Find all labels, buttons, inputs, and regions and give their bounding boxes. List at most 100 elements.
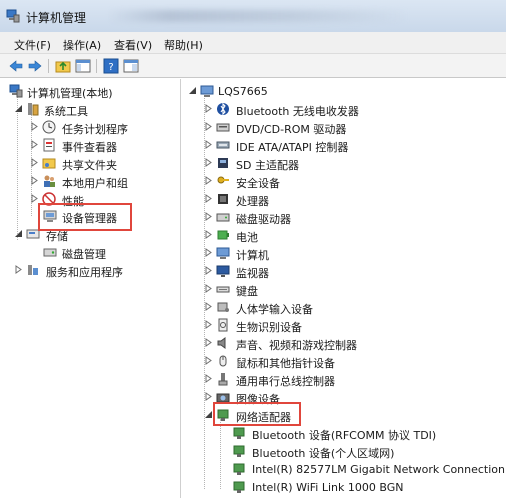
menu-action[interactable]: 操作(A) [63,37,101,53]
expanded-arrow-icon[interactable] [188,86,197,95]
device-category-sd-host-adapters[interactable]: SD 主适配器 [182,155,506,173]
tree-item-root[interactable]: 计算机管理(本地) [0,83,181,101]
tree-label: 监视器 [236,267,269,280]
device-category-keyboards[interactable]: 键盘 [182,281,506,299]
collapsed-arrow-icon[interactable] [204,212,213,221]
device-category-biometric[interactable]: 生物识别设备 [182,317,506,335]
collapsed-arrow-icon[interactable] [30,158,39,167]
dvd-drive-icon [216,123,230,132]
menu-file[interactable]: 文件(F) [14,37,51,53]
tree-item-event-viewer[interactable]: 事件查看器 [0,137,181,155]
forward-arrow-icon[interactable] [27,58,43,74]
tree-item-shared-folders[interactable]: 共享文件夹 [0,155,181,173]
device-category-mice-pointing[interactable]: 鼠标和其他指针设备 [182,353,506,371]
network-adapter-item[interactable]: Intel(R) 82577LM Gigabit Network Connect… [182,461,506,479]
window-title: 计算机管理 [26,11,87,25]
device-root-computer[interactable]: LQS7665 [182,83,506,101]
sound-icon [217,337,226,349]
tools-icon [28,103,39,116]
collapsed-arrow-icon[interactable] [204,320,213,329]
tree-label: 系统工具 [44,105,88,118]
disk-drive-icon [216,213,230,222]
toolbar-separator [48,59,49,73]
red-highlight-network-adapters [213,402,301,426]
tree-label: 人体学输入设备 [236,303,313,316]
up-folder-icon[interactable] [55,58,71,74]
back-arrow-icon[interactable] [8,58,24,74]
show-hide-tree-icon[interactable] [75,58,91,74]
collapsed-arrow-icon[interactable] [204,338,213,347]
tree-label: 计算机管理(本地) [27,87,113,100]
blurred-title-region [108,10,408,22]
sd-adapter-icon [218,158,228,168]
disk-icon [43,248,57,257]
tree-item-local-users[interactable]: 本地用户和组 [0,173,181,191]
expanded-arrow-icon[interactable] [14,104,23,113]
collapsed-arrow-icon[interactable] [204,194,213,203]
collapsed-arrow-icon[interactable] [204,158,213,167]
expanded-arrow-icon[interactable] [14,229,23,238]
device-category-security-devices[interactable]: 安全设备 [182,173,506,191]
hid-icon [217,302,229,312]
left-navigation-tree: 计算机管理(本地) 系统工具 任务计划程序 事件查看器 共享文件夹 本地用户和组… [0,79,181,498]
device-category-processors[interactable]: 处理器 [182,191,506,209]
collapsed-arrow-icon[interactable] [30,176,39,185]
device-category-bluetooth-radios[interactable]: Bluetooth 无线电收发器 [182,101,506,119]
tree-label: Intel(R) 82577LM Gigabit Network Connect… [252,463,505,476]
network-adapter-item[interactable]: Bluetooth 设备(个人区域网) [182,443,506,461]
device-category-ide-ata-atapi[interactable]: IDE ATA/ATAPI 控制器 [182,137,506,155]
menu-help[interactable]: 帮助(H) [164,37,203,53]
tree-label: 鼠标和其他指针设备 [236,357,335,370]
fingerprint-icon [218,318,228,332]
collapsed-arrow-icon[interactable] [30,194,39,203]
toolbar: ? [0,54,506,78]
collapsed-arrow-icon[interactable] [204,140,213,149]
collapsed-arrow-icon[interactable] [204,230,213,239]
collapsed-arrow-icon[interactable] [30,122,39,131]
collapsed-arrow-icon[interactable] [204,392,213,401]
tree-label: 处理器 [236,195,269,208]
network-adapter-item[interactable]: Intel(R) WiFi Link 1000 BGN [182,479,506,497]
device-category-sound-video-game[interactable]: 声音、视频和游戏控制器 [182,335,506,353]
services-icon [28,265,38,275]
tree-label: SD 主适配器 [236,159,299,172]
device-category-monitors[interactable]: 监视器 [182,263,506,281]
collapsed-arrow-icon[interactable] [204,122,213,131]
toolbar-separator [96,59,97,73]
event-log-icon [43,138,55,152]
mouse-icon [219,355,227,367]
collapsed-arrow-icon[interactable] [204,176,213,185]
title-bar: 计算机管理 [0,0,506,32]
svg-text:?: ? [108,62,113,73]
help-icon[interactable]: ? [103,58,119,74]
collapsed-arrow-icon[interactable] [204,284,213,293]
collapsed-arrow-icon[interactable] [204,374,213,383]
device-category-usb-controllers[interactable]: 通用串行总线控制器 [182,371,506,389]
device-category-dvd-cdrom[interactable]: DVD/CD-ROM 驱动器 [182,119,506,137]
tree-item-task-scheduler[interactable]: 任务计划程序 [0,119,181,137]
tree-item-services-apps[interactable]: 服务和应用程序 [0,262,181,280]
monitor-icon [216,265,230,277]
collapsed-arrow-icon[interactable] [204,266,213,275]
network-adapter-item[interactable]: Bluetooth 设备(RFCOMM 协议 TDI) [182,425,506,443]
collapsed-arrow-icon[interactable] [204,356,213,365]
network-adapter-icon [233,445,245,457]
device-category-batteries[interactable]: 电池 [182,227,506,245]
device-category-computer[interactable]: 计算机 [182,245,506,263]
expanded-arrow-icon[interactable] [204,410,213,419]
tree-item-system-tools[interactable]: 系统工具 [0,101,181,119]
tree-item-disk-management[interactable]: 磁盘管理 [0,244,181,262]
collapsed-arrow-icon[interactable] [30,140,39,149]
collapsed-arrow-icon[interactable] [204,104,213,113]
menu-view[interactable]: 查看(V) [114,37,152,53]
tree-label: 服务和应用程序 [46,266,123,279]
network-adapter-icon [233,463,245,475]
device-category-human-interface[interactable]: 人体学输入设备 [182,299,506,317]
battery-icon [217,230,229,240]
properties-icon[interactable] [123,58,139,74]
collapsed-arrow-icon[interactable] [14,265,23,274]
collapsed-arrow-icon[interactable] [204,302,213,311]
device-category-disk-drives[interactable]: 磁盘驱动器 [182,209,506,227]
collapsed-arrow-icon[interactable] [204,248,213,257]
shared-folder-icon [42,158,56,169]
